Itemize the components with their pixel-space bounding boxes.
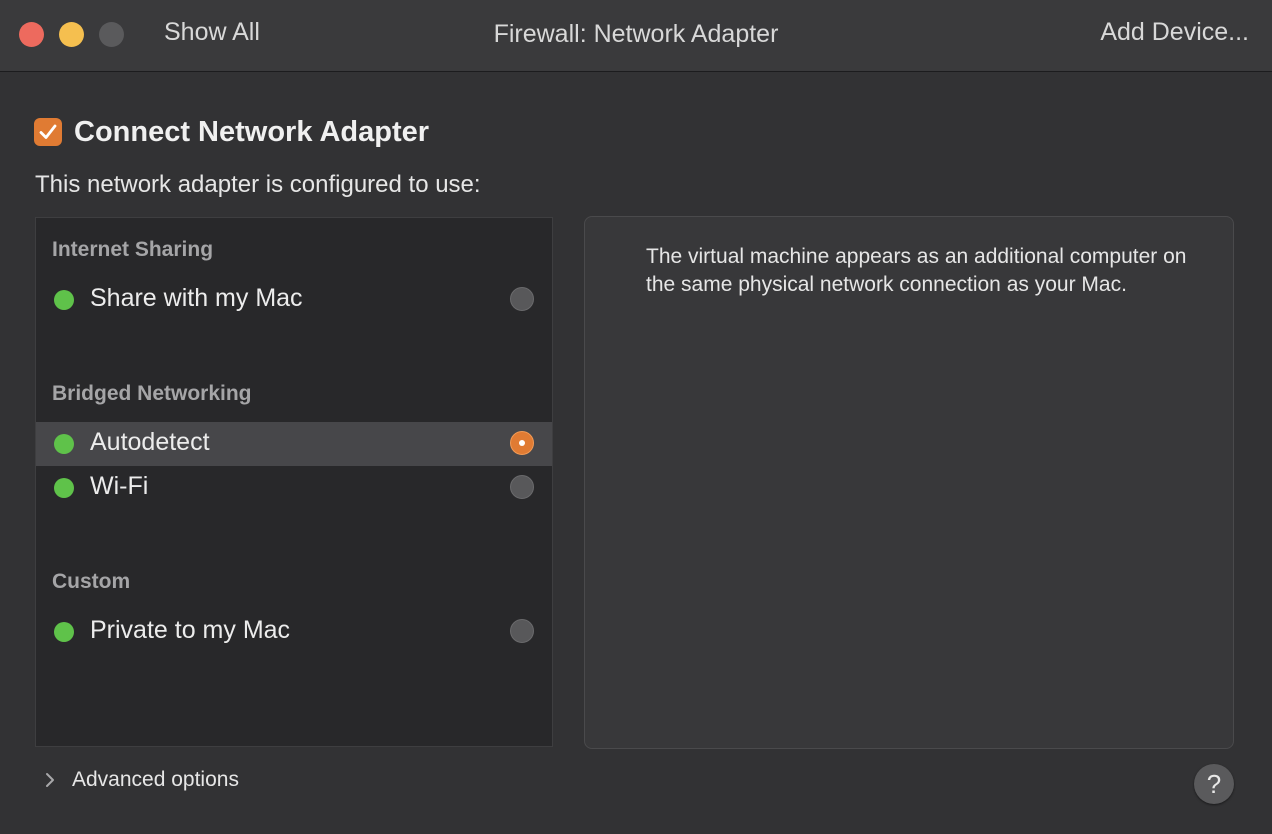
option-label: Private to my Mac bbox=[90, 616, 291, 644]
question-mark-icon: ? bbox=[1206, 768, 1222, 799]
close-button[interactable] bbox=[19, 22, 44, 47]
section-header-internet-sharing: Internet Sharing bbox=[52, 238, 214, 261]
description-text: The virtual machine appears as an additi… bbox=[646, 245, 1187, 296]
option-share-with-my-mac[interactable]: Share with my Mac bbox=[36, 278, 552, 322]
chevron-right-icon[interactable] bbox=[40, 768, 60, 792]
advanced-options-label[interactable]: Advanced options bbox=[72, 768, 239, 792]
option-autodetect[interactable]: Autodetect bbox=[36, 422, 552, 466]
status-dot-icon bbox=[54, 622, 74, 642]
option-label: Wi-Fi bbox=[90, 472, 149, 500]
configured-text: This network adapter is configured to us… bbox=[35, 171, 481, 198]
section-header-bridged-networking: Bridged Networking bbox=[52, 382, 252, 405]
option-label: Share with my Mac bbox=[90, 284, 303, 312]
connect-network-adapter-row[interactable]: Connect Network Adapter bbox=[34, 116, 429, 148]
title-bar: Show All Firewall: Network Adapter Add D… bbox=[0, 0, 1272, 72]
show-all-button[interactable]: Show All bbox=[164, 18, 260, 47]
status-dot-icon bbox=[54, 290, 74, 310]
zoom-button[interactable] bbox=[99, 22, 124, 47]
advanced-options-disclosure[interactable]: Advanced options bbox=[40, 765, 239, 795]
status-dot-icon bbox=[54, 434, 74, 454]
add-device-button[interactable]: Add Device... bbox=[1100, 18, 1249, 47]
option-wi-fi[interactable]: Wi-Fi bbox=[36, 466, 552, 510]
help-button[interactable]: ? bbox=[1194, 764, 1234, 804]
description-panel: The virtual machine appears as an additi… bbox=[584, 216, 1234, 749]
radio-share-with-my-mac[interactable] bbox=[510, 287, 534, 311]
network-options-list: Internet Sharing Share with my Mac Bridg… bbox=[35, 217, 553, 747]
checkmark-icon bbox=[39, 124, 57, 139]
radio-autodetect[interactable] bbox=[510, 431, 534, 455]
option-private-to-my-mac[interactable]: Private to my Mac bbox=[36, 610, 552, 654]
preferences-window: Show All Firewall: Network Adapter Add D… bbox=[0, 0, 1272, 834]
connect-label[interactable]: Connect Network Adapter bbox=[74, 116, 429, 149]
connect-checkbox[interactable] bbox=[34, 118, 62, 146]
status-dot-icon bbox=[54, 478, 74, 498]
minimize-button[interactable] bbox=[59, 22, 84, 47]
option-label: Autodetect bbox=[90, 428, 210, 456]
radio-wi-fi[interactable] bbox=[510, 475, 534, 499]
section-header-custom: Custom bbox=[52, 570, 131, 593]
radio-private-to-my-mac[interactable] bbox=[510, 619, 534, 643]
